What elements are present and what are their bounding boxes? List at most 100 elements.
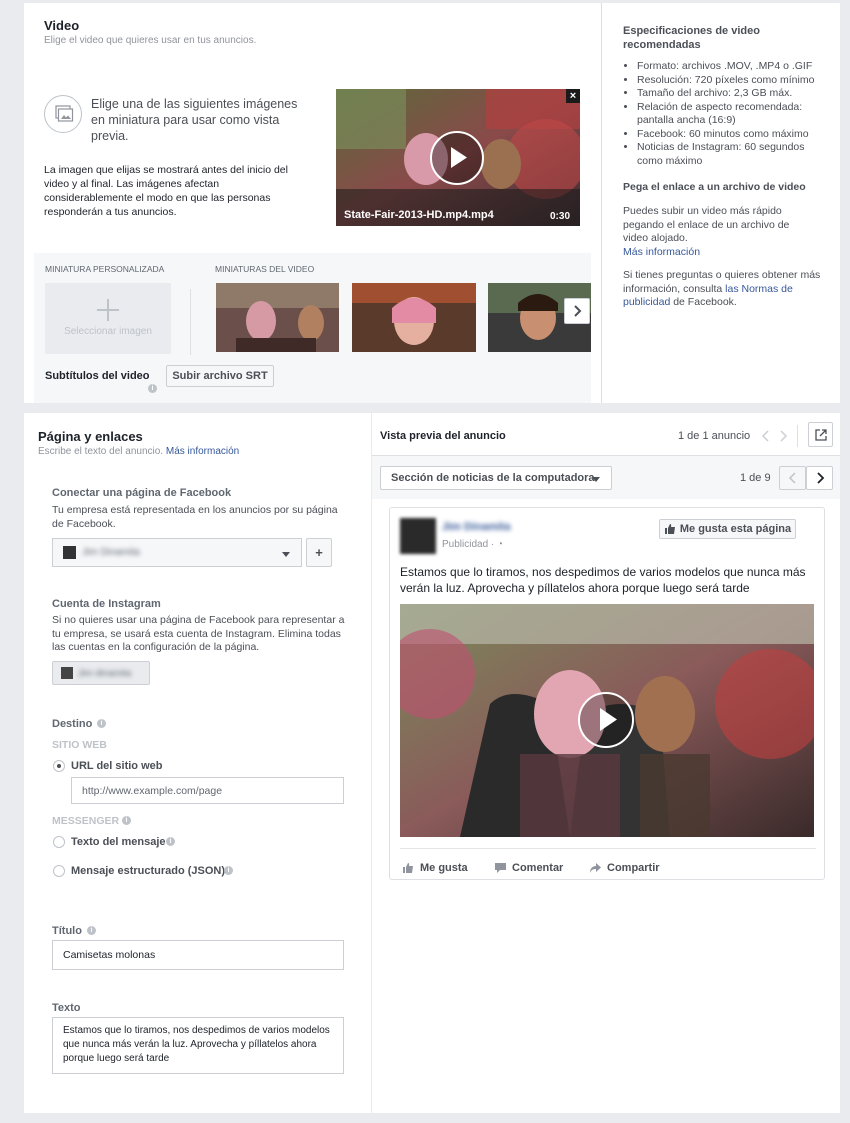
structured-message-label: Mensaje estructurado (JSON) [71, 865, 226, 877]
spec-item: Facebook: 60 minutos como máximo [637, 128, 823, 142]
title-input[interactable]: Camisetas molonas [52, 940, 344, 970]
like-page-button[interactable]: Me gusta esta página [659, 519, 796, 539]
caret-down-icon [592, 477, 600, 482]
structured-message-info-icon[interactable]: i [224, 866, 233, 875]
spec-item: Resolución: 720 píxeles como mínimo [637, 74, 823, 88]
comment-action[interactable]: Comentar [494, 862, 563, 874]
instagram-account-select[interactable]: Jim dinamita [52, 661, 150, 685]
placement-count: 1 de 9 [740, 472, 771, 484]
spec-item: Formato: archivos .MOV, .MP4 o .GIF [637, 60, 823, 74]
video-thumbnail-1[interactable] [216, 283, 339, 352]
specs-title: Especificaciones de video recomendadas [623, 25, 760, 51]
chevron-left-icon [788, 472, 796, 484]
ad-page-name[interactable]: Jim Dinamita [442, 521, 510, 533]
spec-item: Noticias de Instagram: 60 segundos como … [637, 141, 823, 168]
caret-down-icon [282, 552, 290, 557]
select-image-label: Seleccionar imagen [64, 326, 152, 337]
website-url-input[interactable]: http://www.example.com/page [71, 777, 344, 804]
placement-dropdown[interactable]: Sección de noticias de la computadora [380, 466, 612, 490]
preview-count: 1 de 1 anuncio [678, 430, 751, 442]
page-links-more-info[interactable]: Más información [166, 446, 239, 457]
video-panel: Video Elige el video que quieres usar en… [24, 3, 840, 403]
video-link-title: Pega el enlace a un archivo de video [623, 181, 806, 193]
thumbnails-divider [190, 289, 191, 355]
destination-label: Destino [52, 718, 93, 730]
destination-info-icon[interactable]: i [97, 719, 106, 728]
play-icon [451, 147, 467, 168]
title-info-icon[interactable]: i [87, 926, 96, 935]
thumbnails-next-button[interactable] [564, 298, 590, 324]
url-radio[interactable] [53, 760, 65, 772]
share-label: Compartir [607, 862, 660, 874]
messenger-label: MESSENGER [52, 815, 120, 827]
thumbs-up-icon [403, 863, 413, 873]
page-avatar [63, 546, 76, 559]
video-preview[interactable]: State-Fair-2013-HD.mp4.mp4 0:30 × [336, 89, 580, 226]
like-label: Me gusta [420, 862, 468, 874]
ad-video[interactable] [400, 604, 814, 837]
like-action[interactable]: Me gusta [402, 862, 468, 874]
preview-toolbar-divider [797, 425, 798, 447]
add-page-button[interactable]: + [306, 538, 332, 567]
share-icon [590, 863, 601, 873]
video-play-button[interactable] [430, 131, 484, 185]
video-thumbnail-2[interactable] [352, 283, 476, 352]
subtitles-label: Subtítulos del video [45, 370, 150, 382]
comment-icon [495, 863, 506, 873]
play-icon [600, 708, 617, 731]
instagram-desc: Si no quieres usar una página de Faceboo… [52, 614, 345, 653]
connect-page-desc: Tu empresa está representada en los anun… [52, 504, 338, 530]
thumbnail-description: La imagen que elijas se mostrará antes d… [44, 164, 288, 218]
specs-list: Formato: archivos .MOV, .MP4 o .GIF Reso… [623, 60, 823, 168]
url-option-label: URL del sitio web [71, 760, 163, 772]
video-section-subtitle: Elige el video que quieres usar en tus a… [44, 35, 257, 46]
select-image-button[interactable]: Seleccionar imagen [45, 283, 171, 354]
facebook-page-select[interactable]: Jim Dinamita [52, 538, 302, 567]
thumbnail-prompt: Elige una de las siguientes imágenes en … [91, 97, 298, 143]
video-duration: 0:30 [549, 211, 570, 222]
placement-label: Sección de noticias de la computadora [391, 472, 595, 484]
comment-label: Comentar [512, 862, 564, 874]
placement-next-button[interactable] [806, 466, 833, 490]
video-panel-divider [601, 3, 602, 403]
ad-sponsored: Publicidad · ◔ [442, 539, 504, 550]
chevron-right-icon [816, 472, 824, 484]
ad-video-play-button[interactable] [578, 692, 634, 748]
chevron-right-icon [574, 305, 582, 317]
page-links-subtitle: Escribe el texto del anuncio. Más inform… [38, 446, 240, 457]
page-links-panel: Página y enlaces Escribe el texto del an… [24, 413, 371, 1113]
open-external-button[interactable] [808, 422, 833, 447]
close-icon[interactable]: × [566, 89, 580, 103]
chevron-right-icon[interactable] [778, 430, 788, 442]
placement-prev-button[interactable] [779, 466, 806, 490]
video-filename: State-Fair-2013-HD.mp4.mp4 [344, 209, 494, 221]
message-text-label: Texto del mensaje [71, 836, 166, 848]
message-text-info-icon[interactable]: i [166, 837, 175, 846]
preview-panel: Vista previa del anuncio 1 de 1 anuncio … [372, 413, 840, 1113]
website-url-placeholder: http://www.example.com/page [82, 784, 223, 797]
external-link-icon [814, 428, 827, 441]
ad-card: Jim Dinamita Publicidad · ◔ Me gusta est… [389, 507, 825, 880]
structured-message-radio[interactable] [53, 865, 65, 877]
subtitles-info-icon[interactable]: i [148, 384, 157, 393]
title-value: Camisetas molonas [63, 949, 156, 961]
more-info-link[interactable]: Más información [623, 246, 700, 258]
ad-actions-divider [400, 848, 816, 849]
instagram-avatar [61, 667, 73, 679]
connect-page-title: Conectar una página de Facebook [52, 487, 232, 499]
ad-page-avatar [400, 518, 436, 554]
upload-srt-button[interactable]: Subir archivo SRT [166, 365, 274, 387]
text-textarea[interactable]: Estamos que lo tiramos, nos despedimos d… [52, 1017, 344, 1074]
spec-item: Relación de aspecto recomendada: pantall… [637, 101, 823, 128]
thumbnail-picker-icon [44, 95, 82, 133]
text-label: Texto [52, 1002, 81, 1014]
thumbs-up-icon [664, 524, 675, 534]
page-name: Jim Dinamita [82, 547, 140, 558]
text-value: Estamos que lo tiramos, nos despedimos d… [63, 1025, 330, 1064]
share-action[interactable]: Compartir [589, 862, 660, 874]
instagram-title: Cuenta de Instagram [52, 598, 161, 610]
messenger-info-icon[interactable]: i [122, 816, 131, 825]
message-text-radio[interactable] [53, 836, 65, 848]
chevron-left-icon[interactable] [761, 430, 771, 442]
ad-body-text: Estamos que lo tiramos, nos despedimos d… [400, 565, 806, 595]
